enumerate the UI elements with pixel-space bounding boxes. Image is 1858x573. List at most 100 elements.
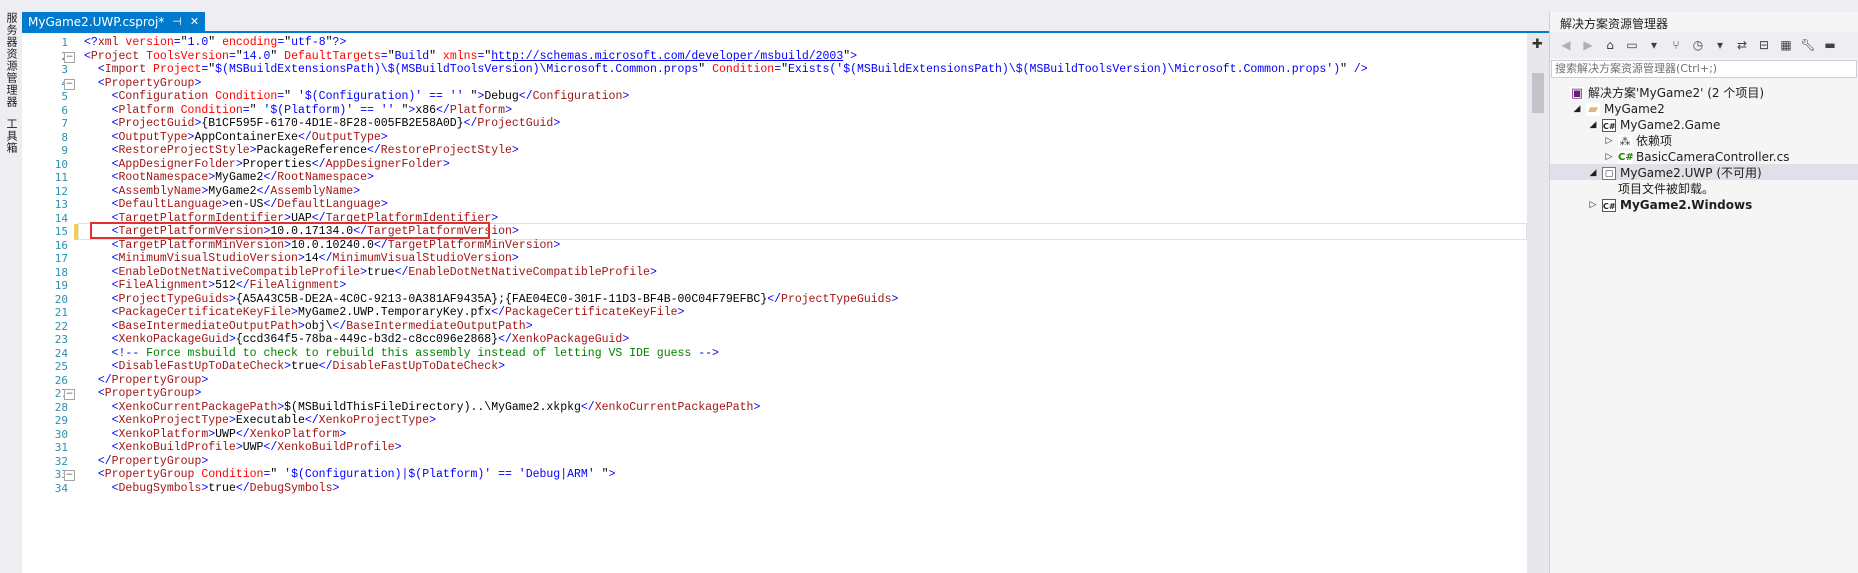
- code-token: $(MSBuildExtensionsPath)\$(MSBuildToolsV…: [215, 63, 699, 76]
- tree-item[interactable]: ▷ C# MyGame2.Windows: [1588, 196, 1752, 215]
- code-token: </: [97, 454, 112, 468]
- code-token: DefaultTargets: [277, 49, 381, 63]
- home-icon[interactable]: ⌂: [1602, 37, 1618, 53]
- code-token: Executable: [235, 414, 305, 427]
- expand-arrow-icon[interactable]: ▷: [1588, 196, 1598, 215]
- fold-toggle[interactable]: −: [64, 389, 75, 400]
- code-token: MyGame2: [215, 171, 264, 184]
- code-token: AppDesignerFolder: [325, 157, 443, 171]
- code-token: PackageCertificateKeyFile: [118, 306, 292, 319]
- sync-folder-icon[interactable]: ▭: [1624, 37, 1640, 53]
- code-token: Configuration: [118, 90, 209, 103]
- code-token: >: [366, 171, 374, 184]
- fold-toggle[interactable]: −: [64, 78, 75, 90]
- code-token: </: [498, 333, 512, 346]
- code-token: xml: [97, 36, 119, 49]
- line-number-gutter: 12−34−5678910111213141516171819202122232…: [22, 33, 78, 573]
- code-token: FileAlignment: [249, 279, 340, 292]
- code-token: XenkoPackageGuid: [511, 333, 623, 346]
- history-icon[interactable]: ◷: [1690, 37, 1706, 53]
- collapse-icon[interactable]: ⊟: [1756, 37, 1772, 53]
- code-token: ": [781, 63, 788, 76]
- solution-icon: ▣: [1570, 86, 1584, 101]
- code-token: >: [505, 103, 512, 117]
- minus-icon[interactable]: ▬: [1822, 37, 1838, 53]
- git-icon[interactable]: ⑂: [1668, 37, 1684, 53]
- code-token: </: [97, 373, 112, 387]
- code-token: >: [891, 292, 899, 306]
- code-token: ProjectTypeGuids: [118, 292, 229, 306]
- close-icon[interactable]: ✕: [190, 15, 199, 28]
- dropdown-icon[interactable]: ▾: [1712, 37, 1728, 53]
- code-token: =: [380, 49, 388, 63]
- dropdown-icon[interactable]: ▾: [1646, 37, 1662, 53]
- vertical-scrollbar[interactable]: ✚: [1527, 33, 1549, 573]
- code-token: Project: [146, 63, 202, 76]
- expand-arrow-icon[interactable]: ◢: [1588, 164, 1598, 183]
- code-token: <: [97, 387, 105, 400]
- code-token: >: [297, 319, 305, 333]
- csproj-icon: C#: [1602, 119, 1616, 132]
- code-token: >: [228, 414, 236, 427]
- code-token: TargetPlatformMinVersion: [387, 238, 554, 252]
- code-token: </: [318, 252, 333, 265]
- code-token: <: [111, 292, 119, 306]
- code-line[interactable]: <DebugSymbols>true</DebugSymbols>: [84, 481, 340, 497]
- code-token: DebugSymbols: [249, 481, 333, 495]
- code-token: PackageReference: [256, 144, 367, 157]
- code-token: >: [850, 49, 858, 63]
- code-token: true: [366, 265, 395, 279]
- code-token: >: [380, 130, 388, 144]
- code-token: >: [353, 184, 361, 198]
- code-token: encoding: [215, 36, 278, 49]
- solution-search-input[interactable]: 搜索解决方案资源管理器(Ctrl+;): [1551, 60, 1857, 78]
- code-token: >: [332, 481, 340, 495]
- expand-arrow-icon[interactable]: ◢: [1572, 100, 1582, 119]
- expand-arrow-icon[interactable]: ◢: [1588, 116, 1598, 135]
- code-token: </: [394, 265, 409, 279]
- code-line[interactable]: <Import Project="$(MSBuildExtensionsPath…: [84, 62, 1368, 78]
- code-token: >: [380, 198, 388, 211]
- code-token: <: [111, 441, 119, 454]
- code-token: >: [228, 333, 236, 346]
- code-area[interactable]: <?xml version="1.0" encoding="utf-8"?> <P…: [78, 33, 1527, 573]
- code-token: <: [111, 333, 119, 346]
- code-token: BaseIntermediateOutputPath: [118, 319, 298, 333]
- code-token: ToolsVersion: [139, 49, 229, 63]
- wrench-icon[interactable]: 🔧︎: [1800, 37, 1816, 53]
- code-token: =: [228, 49, 236, 63]
- code-token: $(MSBuildThisFileDirectory)..\MyGame2.xk…: [284, 400, 581, 414]
- code-editor: MyGame2.UWP.csproj* ⊣ ✕ 12−34−5678910111…: [22, 12, 1549, 573]
- dependencies-icon: ⁂: [1618, 135, 1632, 148]
- back-icon[interactable]: ◀: [1558, 37, 1574, 53]
- sync-icon[interactable]: ⇄: [1734, 37, 1750, 53]
- code-token: </: [491, 306, 505, 319]
- code-token: DefaultLanguage: [118, 198, 223, 211]
- fold-toggle[interactable]: −: [64, 470, 75, 481]
- code-token: >: [194, 76, 202, 90]
- code-token: Import: [104, 63, 147, 76]
- code-token: 14: [304, 252, 319, 265]
- code-token: />: [1347, 63, 1368, 76]
- document-tab[interactable]: MyGame2.UWP.csproj* ⊣ ✕: [22, 12, 206, 31]
- code-token: XenkoBuildProfile: [118, 441, 236, 454]
- split-window-icon[interactable]: ✚: [1532, 37, 1543, 52]
- code-token: >: [339, 427, 347, 441]
- code-token: <: [111, 130, 119, 144]
- view-icon[interactable]: ▦: [1778, 37, 1794, 53]
- pin-icon[interactable]: ⊣: [172, 15, 182, 28]
- server-explorer-tab[interactable]: 服务器资源管理器: [3, 12, 19, 108]
- scrollbar-thumb[interactable]: [1532, 73, 1544, 113]
- code-token: EnableDotNetNativeCompatibleProfile: [118, 265, 361, 279]
- code-token: true: [291, 360, 319, 373]
- fold-toggle[interactable]: −: [64, 51, 75, 63]
- code-token: </: [366, 144, 381, 157]
- code-token: </: [304, 414, 319, 427]
- code-token: true: [208, 481, 236, 495]
- toolbox-tab[interactable]: 工具箱: [3, 118, 19, 154]
- forward-icon[interactable]: ▶: [1580, 37, 1596, 53]
- code-token: PropertyGroup: [104, 76, 195, 90]
